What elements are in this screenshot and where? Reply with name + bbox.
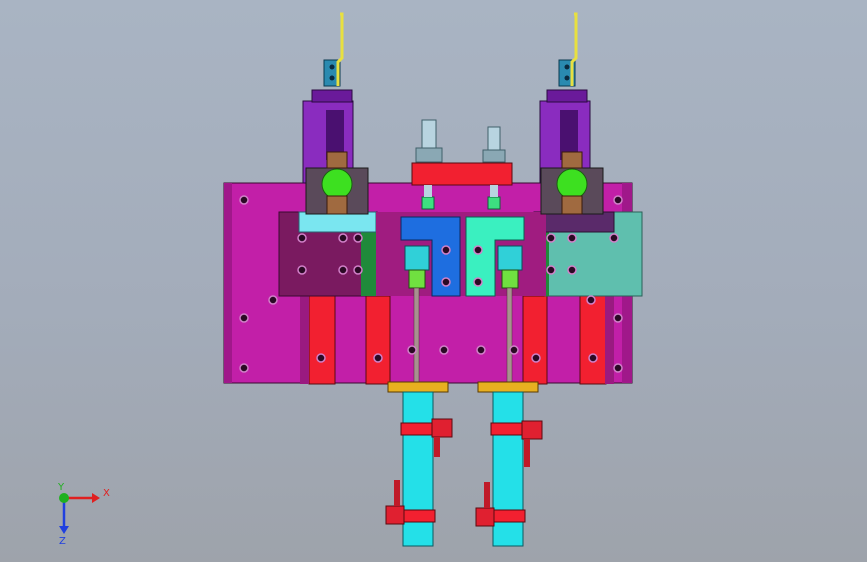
red-rail-3[interactable] xyxy=(522,295,548,385)
bolt-hole xyxy=(586,295,596,305)
bolt-hole xyxy=(546,265,556,275)
left-cylinder-body[interactable] xyxy=(402,391,434,547)
right-cylinder-band-top[interactable] xyxy=(490,422,526,436)
bolt-hole xyxy=(613,313,623,323)
bolt-hole xyxy=(297,233,307,243)
pin-stem-right xyxy=(490,185,498,197)
bolt-hole xyxy=(546,233,556,243)
pin-stem-left xyxy=(424,185,432,197)
left-cylinder-band-bottom[interactable] xyxy=(400,509,436,523)
bolt-hole xyxy=(297,265,307,275)
left-clamp-lower[interactable] xyxy=(326,195,348,215)
bolt-hole xyxy=(473,245,483,255)
cad-viewport[interactable]: X Y Z xyxy=(0,0,867,562)
top-pin-left[interactable] xyxy=(421,119,437,153)
small-green-pin-left[interactable] xyxy=(421,196,435,210)
red-rail-2[interactable] xyxy=(365,295,391,385)
bolt-hole xyxy=(239,363,249,373)
bolt-hole xyxy=(268,295,278,305)
right-cylinder-port-bottom xyxy=(484,482,490,508)
red-rail-4[interactable] xyxy=(579,295,607,385)
bolt-hole xyxy=(509,345,519,355)
red-rail-1[interactable] xyxy=(308,295,336,385)
bolt-hole xyxy=(338,265,348,275)
z-axis-arrowhead xyxy=(59,526,69,534)
right-sensor-hole-1 xyxy=(564,64,570,70)
left-mount-top-bar[interactable] xyxy=(298,211,377,233)
bolt-hole xyxy=(316,353,326,363)
rail-shadow-1 xyxy=(300,296,309,384)
bolt-hole xyxy=(588,353,598,363)
bolt-hole xyxy=(476,345,486,355)
top-pin-right-nut[interactable] xyxy=(482,149,506,163)
right-cylinder-flange[interactable] xyxy=(477,381,539,393)
bolt-hole xyxy=(239,195,249,205)
x-axis-arrowhead xyxy=(92,493,100,503)
left-cylinder-port-bottom xyxy=(394,480,400,506)
bolt-hole xyxy=(567,233,577,243)
bolt-hole xyxy=(239,313,249,323)
left-cylinder-valve-top[interactable] xyxy=(431,418,453,438)
bolt-hole xyxy=(373,353,383,363)
left-clamp-lever[interactable] xyxy=(326,151,348,169)
left-fitting-body[interactable] xyxy=(404,245,430,271)
right-cylinder-port-top xyxy=(524,439,530,467)
right-cylinder-valve-bottom[interactable] xyxy=(475,507,495,527)
z-axis-label: Z xyxy=(59,536,66,547)
rail-shadow-2 xyxy=(605,296,614,384)
bolt-hole xyxy=(473,277,483,287)
bolt-hole xyxy=(609,233,619,243)
right-clamp-lever[interactable] xyxy=(561,151,583,169)
top-red-block[interactable] xyxy=(411,162,513,186)
bolt-hole xyxy=(567,265,577,275)
right-cylinder-band-bottom[interactable] xyxy=(490,509,526,523)
left-piston-rod xyxy=(413,287,420,385)
bolt-hole xyxy=(441,245,451,255)
main-plate-left-edge xyxy=(224,183,232,383)
bolt-hole xyxy=(407,345,417,355)
left-sensor-hole-2 xyxy=(329,75,335,81)
bolt-hole xyxy=(613,363,623,373)
bolt-hole xyxy=(439,345,449,355)
right-sensor-hole-2 xyxy=(564,75,570,81)
left-fitting-green[interactable] xyxy=(408,269,426,289)
right-green-knob[interactable] xyxy=(556,168,588,200)
assembly-model[interactable] xyxy=(0,0,867,562)
bolt-hole xyxy=(353,233,363,243)
y-axis-dot xyxy=(59,493,69,503)
top-pin-right[interactable] xyxy=(487,126,501,154)
y-axis-label: Y xyxy=(57,482,65,493)
left-sensor-hole-1 xyxy=(329,64,335,70)
bolt-hole xyxy=(353,265,363,275)
x-axis-label: X xyxy=(103,488,110,499)
right-bracket-cap[interactable] xyxy=(546,89,588,103)
bolt-hole xyxy=(338,233,348,243)
left-cylinder-port-top xyxy=(434,437,440,457)
right-fitting-body[interactable] xyxy=(497,245,523,271)
left-cylinder-flange[interactable] xyxy=(387,381,449,393)
bolt-hole xyxy=(441,277,451,287)
small-green-pin-right[interactable] xyxy=(487,196,501,210)
right-cylinder-valve-top[interactable] xyxy=(521,420,543,440)
coordinate-triad: X Y Z xyxy=(57,482,110,547)
left-bracket-cap[interactable] xyxy=(311,89,353,103)
bolt-hole xyxy=(531,353,541,363)
left-mount-plate-strip xyxy=(361,232,377,296)
left-cylinder-valve-bottom[interactable] xyxy=(385,505,405,525)
top-pin-left-nut[interactable] xyxy=(415,147,443,163)
right-fitting-green[interactable] xyxy=(501,269,519,289)
left-green-knob[interactable] xyxy=(321,168,353,200)
left-cylinder-band-top[interactable] xyxy=(400,422,436,436)
bolt-hole xyxy=(613,195,623,205)
right-clamp-lower[interactable] xyxy=(561,195,583,215)
right-piston-rod xyxy=(506,287,513,385)
right-cylinder-body[interactable] xyxy=(492,391,524,547)
